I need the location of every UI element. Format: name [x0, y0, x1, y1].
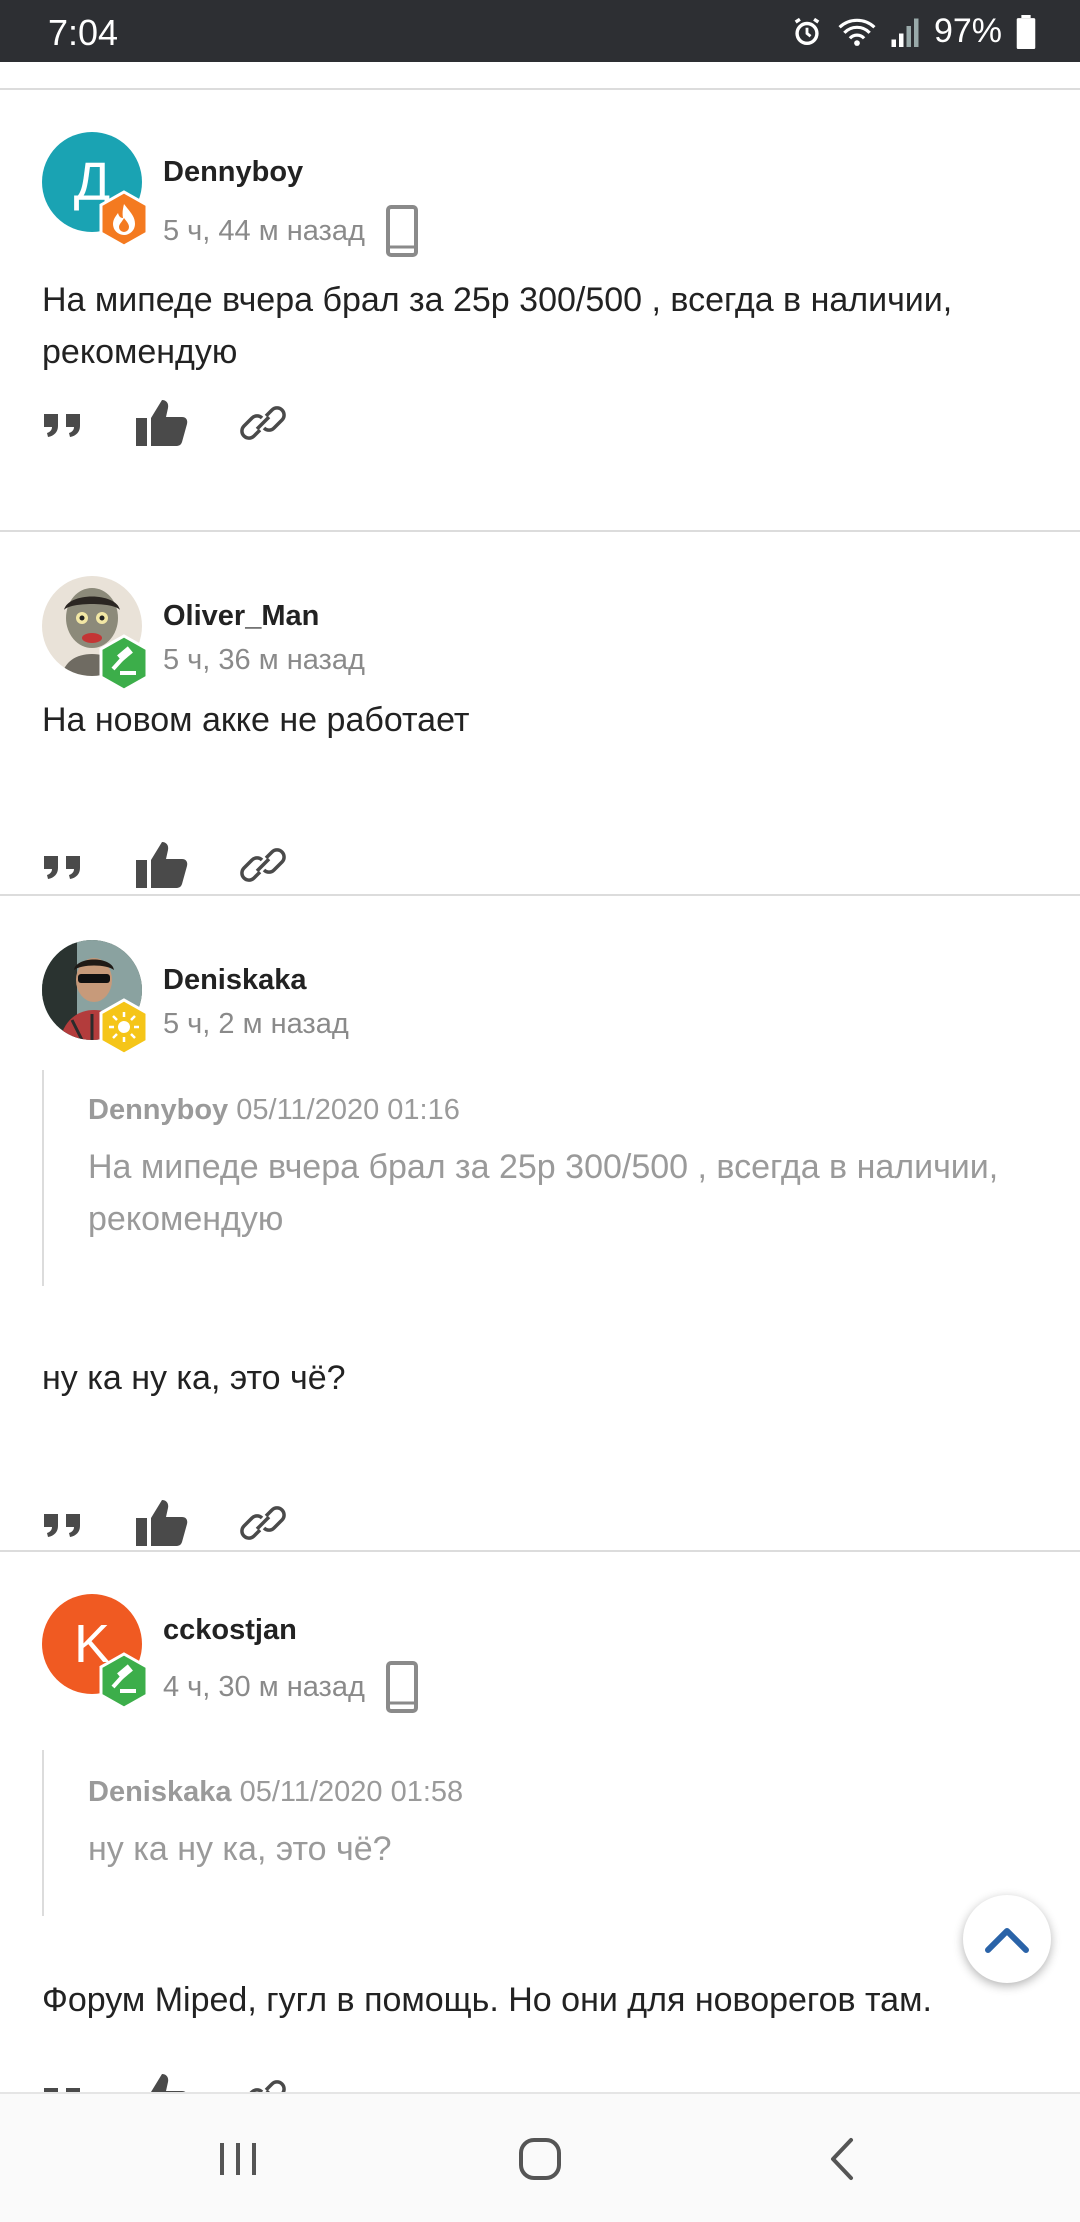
mobile-icon — [385, 1661, 418, 1713]
quote-date: 05/11/2020 01:16 — [236, 1094, 460, 1126]
fire-badge-icon — [99, 190, 149, 248]
quote-header: Deniskaka 05/11/2020 01:58 — [88, 1776, 1042, 1809]
wifi-icon — [838, 18, 876, 46]
like-icon[interactable] — [134, 2072, 190, 2092]
scroll-top-button[interactable] — [963, 1895, 1051, 1983]
status-icons: 97% — [790, 12, 1036, 51]
comment-text: На новом акке не работает — [42, 701, 470, 739]
quote-author[interactable]: Deniskaka — [88, 1776, 232, 1808]
alarm-icon — [794, 17, 820, 45]
comment-actions — [42, 398, 286, 448]
status-time: 7:04 — [48, 12, 119, 53]
comment-text: На мипеде вчера брал за 25р 300/500 , вс… — [42, 281, 953, 371]
author-name[interactable]: Deniskaka — [163, 964, 307, 997]
quote-text: На мипеде вчера брал за 25р 300/500 , вс… — [88, 1148, 999, 1238]
post-meta: 4 ч, 30 м назад — [163, 1660, 419, 1714]
link-icon[interactable] — [240, 1500, 286, 1546]
post-meta: 5 ч, 44 м назад — [163, 204, 419, 258]
recent-apps-icon — [220, 2143, 256, 2175]
home-icon — [519, 2138, 561, 2180]
quote-icon[interactable] — [42, 2080, 84, 2092]
like-icon[interactable] — [134, 1498, 190, 1548]
post-time[interactable]: 5 ч, 2 м назад — [163, 1008, 349, 1041]
chevron-up-icon — [985, 1928, 1029, 1953]
quote-header: Dennyboy 05/11/2020 01:16 — [88, 1094, 1042, 1127]
mobile-icon — [385, 205, 418, 257]
comment-actions — [42, 1498, 286, 1548]
divider — [0, 894, 1080, 896]
post-time[interactable]: 5 ч, 36 м назад — [163, 644, 365, 677]
divider — [0, 88, 1080, 90]
comment-actions — [42, 840, 286, 890]
quote-block[interactable]: Deniskaka 05/11/2020 01:58 ну ка ну ка, … — [42, 1750, 1042, 1916]
post-time[interactable]: 4 ч, 30 м назад — [163, 1671, 365, 1704]
comment-feed[interactable]: Д Dennyboy 5 ч, 44 м назад На мипеде вче… — [0, 62, 1080, 2092]
sun-badge-icon — [99, 998, 149, 1056]
comment-text: Форум Miped, гугл в помощь. Но они для н… — [42, 1981, 932, 2019]
quote-date: 05/11/2020 01:58 — [239, 1776, 464, 1808]
quote-block[interactable]: Dennyboy 05/11/2020 01:16 На мипеде вчер… — [42, 1070, 1042, 1286]
comment-text: ну ка ну ка, это чё? — [42, 1359, 346, 1397]
link-icon[interactable] — [240, 400, 286, 446]
link-icon[interactable] — [240, 2074, 286, 2092]
comment-actions — [42, 2072, 286, 2092]
author-name[interactable]: Oliver_Man — [163, 600, 319, 633]
gavel-badge-icon — [99, 634, 149, 692]
like-icon[interactable] — [134, 840, 190, 890]
post-meta: 5 ч, 2 м назад — [163, 1008, 349, 1041]
quote-author[interactable]: Dennyboy — [88, 1094, 228, 1126]
battery-icon — [1016, 14, 1036, 49]
author-name[interactable]: cckostjan — [163, 1614, 297, 1647]
quote-icon[interactable] — [42, 406, 84, 440]
author-name[interactable]: Dennyboy — [163, 156, 303, 189]
gavel-badge-icon — [99, 1652, 149, 1710]
divider — [0, 1550, 1080, 1552]
back-icon — [831, 2138, 853, 2180]
recent-apps-button[interactable] — [198, 2124, 278, 2194]
battery-percent: 97% — [933, 12, 1002, 50]
status-bar: 7:04 97% — [0, 0, 1080, 62]
quote-text: ну ка ну ка, это чё? — [88, 1830, 392, 1868]
signal-icon — [891, 18, 919, 47]
post-time[interactable]: 5 ч, 44 м назад — [163, 215, 365, 248]
back-button[interactable] — [802, 2124, 882, 2194]
home-button[interactable] — [500, 2124, 580, 2194]
navigation-bar — [0, 2092, 1080, 2222]
like-icon[interactable] — [134, 398, 190, 448]
link-icon[interactable] — [240, 842, 286, 888]
quote-icon[interactable] — [42, 848, 84, 882]
divider — [0, 530, 1080, 532]
quote-icon[interactable] — [42, 1506, 84, 1540]
post-meta: 5 ч, 36 м назад — [163, 644, 365, 677]
